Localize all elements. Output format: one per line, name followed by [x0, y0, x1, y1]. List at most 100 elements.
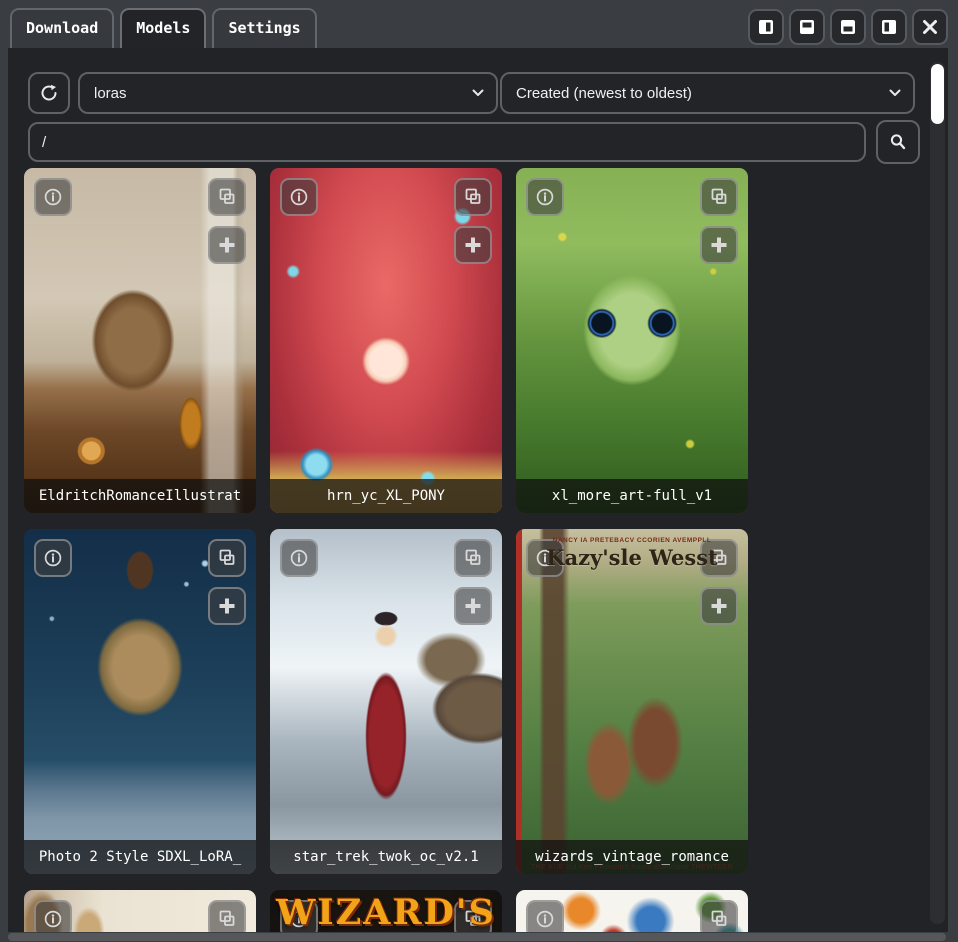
info-button[interactable]	[34, 178, 72, 216]
close-icon	[920, 17, 940, 37]
sort-order-value: Created (newest to oldest)	[516, 85, 692, 102]
model-name: star_trek_twok_oc_v2.1	[270, 840, 502, 874]
copy-icon	[462, 186, 484, 208]
copy-button[interactable]	[454, 539, 492, 577]
model-preview-image	[270, 168, 502, 513]
split-bottom-button[interactable]	[830, 9, 866, 45]
models-panel: loras Created (newest to oldest)	[8, 48, 948, 932]
model-preview-image: NANCY IA PRETEBACV CCORIEN AVEMPPLL Kazy…	[516, 529, 748, 874]
copy-icon	[216, 547, 238, 569]
split-top-button[interactable]	[789, 9, 825, 45]
model-name: hrn_yc_XL_PONY	[270, 479, 502, 513]
tab-download[interactable]: Download	[10, 8, 114, 48]
copy-icon	[216, 908, 238, 930]
copy-button[interactable]	[700, 900, 738, 932]
model-card[interactable]: EldritchRomanceIllustrat	[24, 168, 256, 513]
info-icon	[289, 548, 309, 568]
window-controls	[748, 9, 948, 45]
panel-right-icon	[755, 16, 777, 38]
info-button[interactable]	[280, 539, 318, 577]
info-button[interactable]	[526, 178, 564, 216]
copy-icon	[462, 547, 484, 569]
model-card[interactable]: WIZARD'S	[270, 890, 502, 932]
model-name: EldritchRomanceIllustrat	[24, 479, 256, 513]
info-icon	[535, 548, 555, 568]
copy-icon	[708, 186, 730, 208]
panel-top-icon	[796, 16, 818, 38]
copy-icon	[462, 908, 484, 930]
copy-button[interactable]	[700, 539, 738, 577]
sort-order-select[interactable]: Created (newest to oldest)	[500, 72, 915, 114]
add-button[interactable]	[454, 226, 492, 264]
add-button[interactable]	[700, 226, 738, 264]
model-card[interactable]: star_trek_twok_oc_v2.1	[270, 529, 502, 874]
info-icon	[535, 909, 555, 929]
split-left-button[interactable]	[871, 9, 907, 45]
add-button[interactable]	[208, 587, 246, 625]
model-type-select[interactable]: loras	[78, 72, 498, 114]
tab-models[interactable]: Models	[120, 8, 206, 48]
copy-icon	[708, 547, 730, 569]
tab-strip: Download Models Settings	[10, 8, 317, 48]
refresh-button[interactable]	[28, 72, 70, 114]
info-icon	[535, 187, 555, 207]
copy-button[interactable]	[454, 178, 492, 216]
panel-left-icon	[878, 16, 900, 38]
chevron-down-icon	[889, 89, 901, 97]
info-button[interactable]	[34, 539, 72, 577]
info-button[interactable]	[526, 900, 564, 932]
copy-button[interactable]	[208, 900, 246, 932]
model-preview-image	[24, 168, 256, 513]
copy-button[interactable]	[700, 178, 738, 216]
info-icon	[43, 548, 63, 568]
plus-icon	[463, 596, 483, 616]
plus-icon	[709, 235, 729, 255]
refresh-icon	[38, 82, 60, 104]
model-card[interactable]: hrn_yc_XL_PONY	[270, 168, 502, 513]
model-card[interactable]: Photo 2 Style SDXL_LoRA_	[24, 529, 256, 874]
model-name: xl_more_art-full_v1	[516, 479, 748, 513]
poster-text: NANCY IA PRETEBACV CCORIEN AVEMPPLL Kazy…	[516, 529, 748, 874]
search-button[interactable]	[876, 120, 920, 164]
tab-bar: Download Models Settings	[0, 0, 958, 48]
model-browser-window: Download Models Settings	[0, 0, 958, 942]
add-button[interactable]	[700, 587, 738, 625]
info-button[interactable]	[280, 178, 318, 216]
info-icon	[289, 187, 309, 207]
model-card[interactable]	[516, 890, 748, 932]
info-icon	[289, 909, 309, 929]
split-right-button[interactable]	[748, 9, 784, 45]
search-input[interactable]	[28, 122, 866, 162]
model-card[interactable]: xl_more_art-full_v1	[516, 168, 748, 513]
model-preview-image	[270, 529, 502, 874]
vertical-scrollbar[interactable]	[930, 62, 945, 924]
plus-icon	[709, 596, 729, 616]
info-icon	[43, 909, 63, 929]
plus-icon	[217, 596, 237, 616]
info-icon	[43, 187, 63, 207]
info-button[interactable]	[34, 900, 72, 932]
model-type-value: loras	[94, 85, 127, 102]
copy-icon	[216, 186, 238, 208]
info-button[interactable]	[280, 900, 318, 932]
copy-button[interactable]	[208, 178, 246, 216]
model-card[interactable]	[24, 890, 256, 932]
search-icon	[888, 132, 908, 152]
copy-button[interactable]	[208, 539, 246, 577]
model-name: wizards_vintage_romance	[516, 840, 748, 874]
plus-icon	[217, 235, 237, 255]
copy-button[interactable]	[454, 900, 492, 932]
info-button[interactable]	[526, 539, 564, 577]
close-panel-button[interactable]	[912, 9, 948, 45]
model-card-grid: EldritchRomanceIllustrat hrn_yc_XL_PONY	[24, 168, 748, 932]
model-preview-image	[516, 168, 748, 513]
model-card[interactable]: NANCY IA PRETEBACV CCORIEN AVEMPPLL Kazy…	[516, 529, 748, 874]
horizontal-scrollbar[interactable]	[8, 933, 946, 941]
panel-bottom-icon	[837, 16, 859, 38]
add-button[interactable]	[208, 226, 246, 264]
add-button[interactable]	[454, 587, 492, 625]
scrollbar-thumb[interactable]	[931, 64, 944, 124]
tab-settings[interactable]: Settings	[212, 8, 316, 48]
model-name: Photo 2 Style SDXL_LoRA_	[24, 840, 256, 874]
model-preview-image	[24, 529, 256, 874]
